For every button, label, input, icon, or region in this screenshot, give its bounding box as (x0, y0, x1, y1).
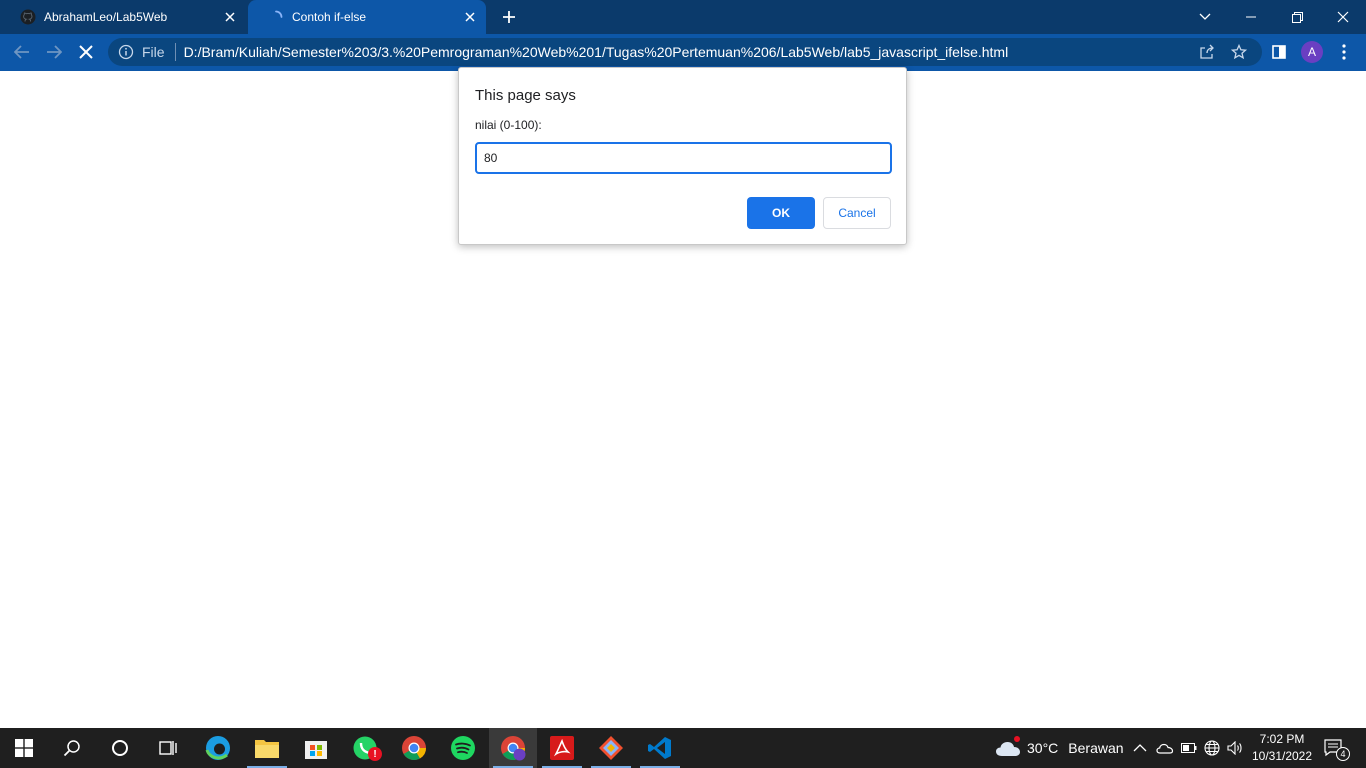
prompt-input[interactable] (475, 142, 892, 174)
show-hidden-icons-chevron-icon[interactable] (1133, 728, 1147, 768)
minimize-button[interactable] (1228, 0, 1274, 34)
ok-button[interactable]: OK (747, 197, 815, 229)
forward-button[interactable] (40, 38, 68, 66)
action-center-icon[interactable]: 4 (1324, 728, 1350, 768)
chrome-icon[interactable] (390, 728, 438, 768)
weather-description: Berawan (1068, 740, 1124, 756)
taskbar-clock[interactable]: 7:02 PM 10/31/2022 (1248, 731, 1316, 765)
address-bar[interactable]: File D:/Bram/Kuliah/Semester%203/3.%20Pe… (108, 38, 1262, 66)
file-explorer-icon[interactable] (243, 728, 291, 768)
search-icon[interactable] (48, 728, 96, 768)
stop-loading-button[interactable] (72, 38, 100, 66)
microsoft-store-icon[interactable] (292, 728, 340, 768)
task-view-icon[interactable] (144, 728, 192, 768)
tab-github[interactable]: AbrahamLeo/Lab5Web (0, 0, 246, 34)
chrome-profile-icon[interactable] (489, 728, 537, 768)
weather-widget[interactable]: 30°C Berawan (995, 728, 1124, 768)
back-button[interactable] (8, 38, 36, 66)
side-panel-icon[interactable] (1265, 38, 1293, 66)
profile-avatar[interactable]: A (1301, 41, 1323, 63)
whatsapp-icon[interactable]: ! (341, 728, 389, 768)
tab-strip: AbrahamLeo/Lab5Web Contoh if-else (0, 0, 1366, 34)
weather-temperature: 30°C (1027, 740, 1059, 756)
edge-icon[interactable] (194, 728, 242, 768)
divider (174, 43, 176, 61)
tab-contoh-if-else[interactable]: Contoh if-else (248, 0, 486, 34)
dialog-title: This page says (475, 87, 576, 104)
start-windows-icon[interactable] (0, 728, 48, 768)
tab-title: AbrahamLeo/Lab5Web (44, 10, 168, 24)
more-menu-icon[interactable] (1330, 38, 1358, 66)
clock-date: 10/31/2022 (1251, 749, 1313, 763)
tab-search-chevron-icon[interactable] (1182, 0, 1228, 34)
windows-taskbar: ! 30°C Berawan 7:02 PM 10/31/2022 4 (0, 728, 1366, 768)
browser-toolbar: File D:/Bram/Kuliah/Semester%203/3.%20Pe… (0, 34, 1366, 71)
scheme-label: File (142, 44, 165, 60)
close-icon[interactable] (462, 9, 478, 25)
cortana-icon[interactable] (96, 728, 144, 768)
info-icon[interactable] (118, 44, 134, 60)
new-tab-button[interactable] (498, 6, 520, 28)
github-icon (20, 9, 36, 25)
weather-dot (1014, 736, 1020, 742)
url-text[interactable]: D:/Bram/Kuliah/Semester%203/3.%20Pemrogr… (184, 44, 1198, 60)
close-window-button[interactable] (1320, 0, 1366, 34)
cancel-button[interactable]: Cancel (823, 197, 891, 229)
bookmark-star-icon[interactable] (1230, 43, 1248, 61)
share-icon[interactable] (1198, 43, 1216, 61)
clock-time: 7:02 PM (1259, 732, 1305, 746)
acrobat-icon[interactable] (538, 728, 586, 768)
whatsapp-alert-badge: ! (368, 747, 382, 761)
volume-icon[interactable] (1227, 728, 1243, 768)
loading-spinner-icon (268, 9, 284, 25)
battery-icon[interactable] (1181, 728, 1197, 768)
notification-count-badge: 4 (1336, 747, 1350, 761)
prompt-dialog: This page says nilai (0-100): OK Cancel (458, 67, 907, 245)
spotify-icon[interactable] (439, 728, 487, 768)
vscode-icon[interactable] (636, 728, 684, 768)
network-globe-icon[interactable] (1204, 728, 1220, 768)
close-icon[interactable] (222, 9, 238, 25)
git-gui-icon[interactable] (587, 728, 635, 768)
dialog-message: nilai (0-100): (475, 118, 542, 132)
onedrive-sync-icon[interactable] (1156, 728, 1174, 768)
restore-button[interactable] (1274, 0, 1320, 34)
tab-title: Contoh if-else (292, 10, 367, 24)
